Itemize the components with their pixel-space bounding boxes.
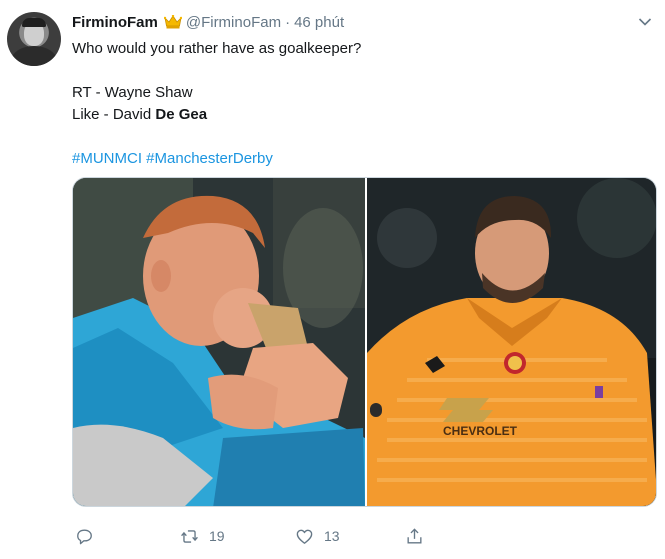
- timestamp[interactable]: 46 phút: [294, 14, 344, 31]
- photo-wayne-shaw[interactable]: [73, 178, 365, 506]
- like-button[interactable]: 13: [295, 522, 340, 550]
- photo-de-gea[interactable]: CHEVROLET: [367, 178, 656, 506]
- reply-button[interactable]: [75, 522, 104, 550]
- separator-dot: ·: [285, 13, 291, 31]
- jersey-sponsor-text: CHEVROLET: [443, 424, 518, 438]
- like-option-bold-name: De Gea: [155, 106, 208, 123]
- tweet-line-like-option: Like - David De Gea: [72, 104, 652, 126]
- reply-icon: [75, 527, 94, 546]
- like-count: 13: [324, 528, 340, 544]
- retweet-button[interactable]: 19: [180, 522, 225, 550]
- user-handle[interactable]: @FirminoFam: [186, 14, 281, 31]
- media-grid: CHEVROLET: [72, 177, 657, 507]
- chevron-down-icon[interactable]: [638, 14, 652, 26]
- tweet-line-hashtags: #MUNMCI #ManchesterDerby: [72, 148, 652, 170]
- like-option-prefix: Like - David: [72, 106, 156, 123]
- avatar[interactable]: [7, 12, 61, 66]
- heart-icon: [295, 527, 314, 546]
- tweet-header: FirminoFam @FirminoFam · 46 phút: [72, 12, 344, 32]
- share-button[interactable]: [405, 522, 424, 550]
- tweet-card[interactable]: FirminoFam @FirminoFam · 46 phút Who wou…: [0, 0, 665, 559]
- display-name[interactable]: FirminoFam: [72, 14, 158, 31]
- retweet-icon: [180, 527, 199, 546]
- tweet-line-question: Who would you rather have as goalkeeper?: [72, 40, 362, 57]
- crown-icon: [163, 15, 182, 29]
- tweet-text: Who would you rather have as goalkeeper?…: [72, 38, 652, 170]
- tweet-line-rt-option: RT - Wayne Shaw: [72, 84, 193, 101]
- share-icon: [405, 527, 424, 546]
- tweet-actions: 19 13: [72, 522, 492, 550]
- hashtag-manchesterderby[interactable]: #ManchesterDerby: [146, 150, 273, 167]
- hashtag-munmci[interactable]: #MUNMCI: [72, 150, 142, 167]
- retweet-count: 19: [209, 528, 225, 544]
